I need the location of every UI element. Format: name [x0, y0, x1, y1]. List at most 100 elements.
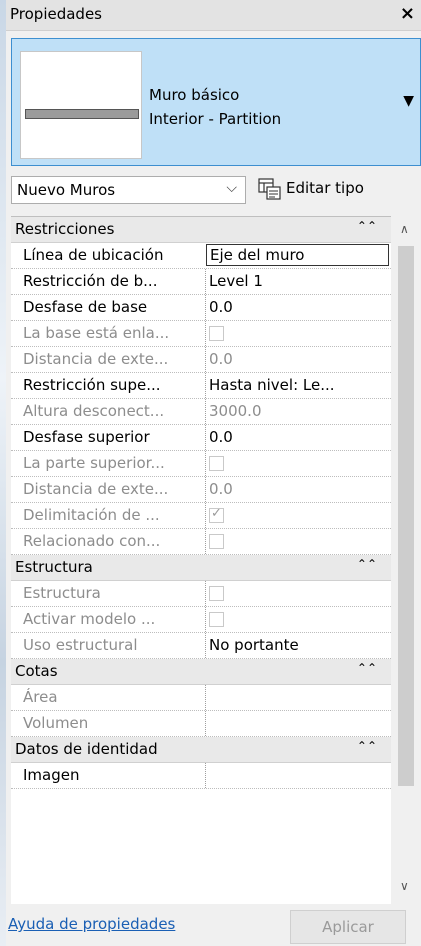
property-value-input[interactable]: Eje del muro — [206, 244, 389, 266]
edit-type-label: Editar tipo — [286, 179, 364, 197]
property-name: Línea de ubicación — [23, 246, 164, 264]
dropdown-arrow-icon[interactable]: ▼ — [403, 93, 414, 109]
palette-titlebar[interactable]: Propiedades × — [4, 0, 421, 31]
category-header-restricciones[interactable]: Restricciones ⌃⌃ — [11, 217, 391, 243]
property-row: Volumen — [11, 711, 391, 737]
property-name: Altura desconect... — [23, 402, 165, 420]
property-name: Delimitación de ... — [23, 506, 160, 524]
property-row: Delimitación de ... ✓ — [11, 503, 391, 529]
category-header-estructura[interactable]: Estructura ⌃⌃ — [11, 555, 391, 581]
category-title: Datos de identidad — [15, 740, 158, 758]
property-checkbox — [209, 534, 224, 549]
type-preview-image — [20, 51, 142, 159]
property-row[interactable]: Desfase de base 0.0 — [11, 295, 391, 321]
property-name: Desfase de base — [23, 298, 148, 316]
palette-footer: Ayuda de propiedades Aplicar — [4, 903, 421, 946]
property-name: Estructura — [23, 584, 101, 602]
properties-palette: Propiedades × Muro básico Interior - Par… — [4, 0, 421, 946]
property-value[interactable]: Level 1 — [209, 272, 263, 290]
property-value[interactable]: 0.0 — [209, 428, 233, 446]
property-checkbox — [209, 326, 224, 341]
property-name: Restricción de b... — [23, 272, 158, 290]
check-icon: ✓ — [211, 506, 222, 521]
filter-row: Nuevo Muros ⌵ Editar tipo — [11, 174, 421, 206]
property-row: Altura desconect... 3000.0 — [11, 399, 391, 425]
property-name: Relacionado con... — [23, 532, 161, 550]
column-divider — [205, 607, 206, 632]
column-divider — [205, 581, 206, 606]
property-name: Imagen — [23, 766, 80, 784]
property-checkbox — [209, 612, 224, 627]
property-row[interactable]: Restricción supe... Hasta nivel: Le... — [11, 373, 391, 399]
column-divider — [205, 347, 206, 372]
collapse-icon[interactable]: ⌃⌃ — [357, 739, 377, 753]
close-icon[interactable]: × — [400, 3, 415, 24]
background-edge — [0, 0, 6, 946]
property-row: Distancia de exte... 0.0 — [11, 477, 391, 503]
property-value[interactable]: 0.0 — [209, 298, 233, 316]
category-title: Estructura — [15, 558, 93, 576]
property-value: 0.0 — [209, 350, 233, 368]
wall-preview-icon — [25, 109, 139, 119]
column-divider — [205, 321, 206, 346]
property-name: Activar modelo ... — [23, 610, 156, 628]
properties-grid: Restricciones ⌃⌃ Línea de ubicación Eje … — [11, 216, 391, 904]
property-row[interactable]: Imagen — [11, 763, 391, 789]
instance-filter-select[interactable]: Nuevo Muros ⌵ — [11, 176, 246, 204]
column-divider — [205, 399, 206, 424]
column-divider — [205, 711, 206, 736]
column-divider — [205, 685, 206, 710]
type-selector[interactable]: Muro básico Interior - Partition ▼ — [11, 38, 421, 166]
property-checkbox — [209, 586, 224, 601]
collapse-icon[interactable]: ⌃⌃ — [357, 557, 377, 571]
type-family-label: Muro básico — [149, 86, 240, 104]
property-name: Desfase superior — [23, 428, 150, 446]
property-value: No portante — [209, 636, 299, 654]
column-divider — [205, 295, 206, 320]
property-name: Uso estructural — [23, 636, 138, 654]
column-divider — [205, 633, 206, 658]
chevron-down-icon: ⌵ — [226, 180, 237, 196]
palette-title: Propiedades — [10, 5, 102, 23]
category-title: Cotas — [15, 662, 58, 680]
category-header-datos-de-identidad[interactable]: Datos de identidad ⌃⌃ — [11, 737, 391, 763]
property-row: Distancia de exte... 0.0 — [11, 347, 391, 373]
property-row: Relacionado con... — [11, 529, 391, 555]
property-checkbox-checked: ✓ — [209, 506, 224, 523]
column-divider — [205, 763, 206, 788]
category-title: Restricciones — [15, 220, 115, 238]
property-row: Área — [11, 685, 391, 711]
scroll-thumb[interactable] — [398, 246, 414, 786]
property-row: La parte superior... — [11, 451, 391, 477]
property-value: 3000.0 — [209, 402, 262, 420]
property-name: Distancia de exte... — [23, 350, 169, 368]
column-divider — [205, 451, 206, 476]
scroll-down-icon[interactable]: ∨ — [400, 879, 409, 893]
column-divider — [205, 477, 206, 502]
property-value[interactable]: Hasta nivel: Le... — [209, 376, 335, 394]
collapse-icon[interactable]: ⌃⌃ — [357, 219, 377, 233]
apply-button[interactable]: Aplicar — [290, 910, 406, 944]
property-name: Volumen — [23, 714, 89, 732]
property-checkbox — [209, 456, 224, 471]
properties-scrollbar[interactable]: ∧ ∨ — [391, 216, 421, 903]
property-value: 0.0 — [209, 480, 233, 498]
property-row: La base está enla... — [11, 321, 391, 347]
category-header-cotas[interactable]: Cotas ⌃⌃ — [11, 659, 391, 685]
scroll-up-icon[interactable]: ∧ — [400, 222, 409, 236]
property-row[interactable]: Línea de ubicación Eje del muro — [11, 243, 391, 269]
column-divider — [205, 425, 206, 450]
collapse-icon[interactable]: ⌃⌃ — [357, 661, 377, 675]
type-type-label: Interior - Partition — [149, 110, 282, 128]
property-name: Restricción supe... — [23, 376, 161, 394]
property-name: Área — [23, 688, 58, 706]
help-link[interactable]: Ayuda de propiedades — [8, 915, 175, 933]
column-divider — [205, 269, 206, 294]
column-divider — [205, 373, 206, 398]
property-row[interactable]: Desfase superior 0.0 — [11, 425, 391, 451]
instance-filter-value: Nuevo Muros — [17, 181, 116, 199]
property-name: Distancia de exte... — [23, 480, 169, 498]
column-divider — [205, 529, 206, 554]
property-row: Activar modelo ... — [11, 607, 391, 633]
property-row[interactable]: Restricción de b... Level 1 — [11, 269, 391, 295]
